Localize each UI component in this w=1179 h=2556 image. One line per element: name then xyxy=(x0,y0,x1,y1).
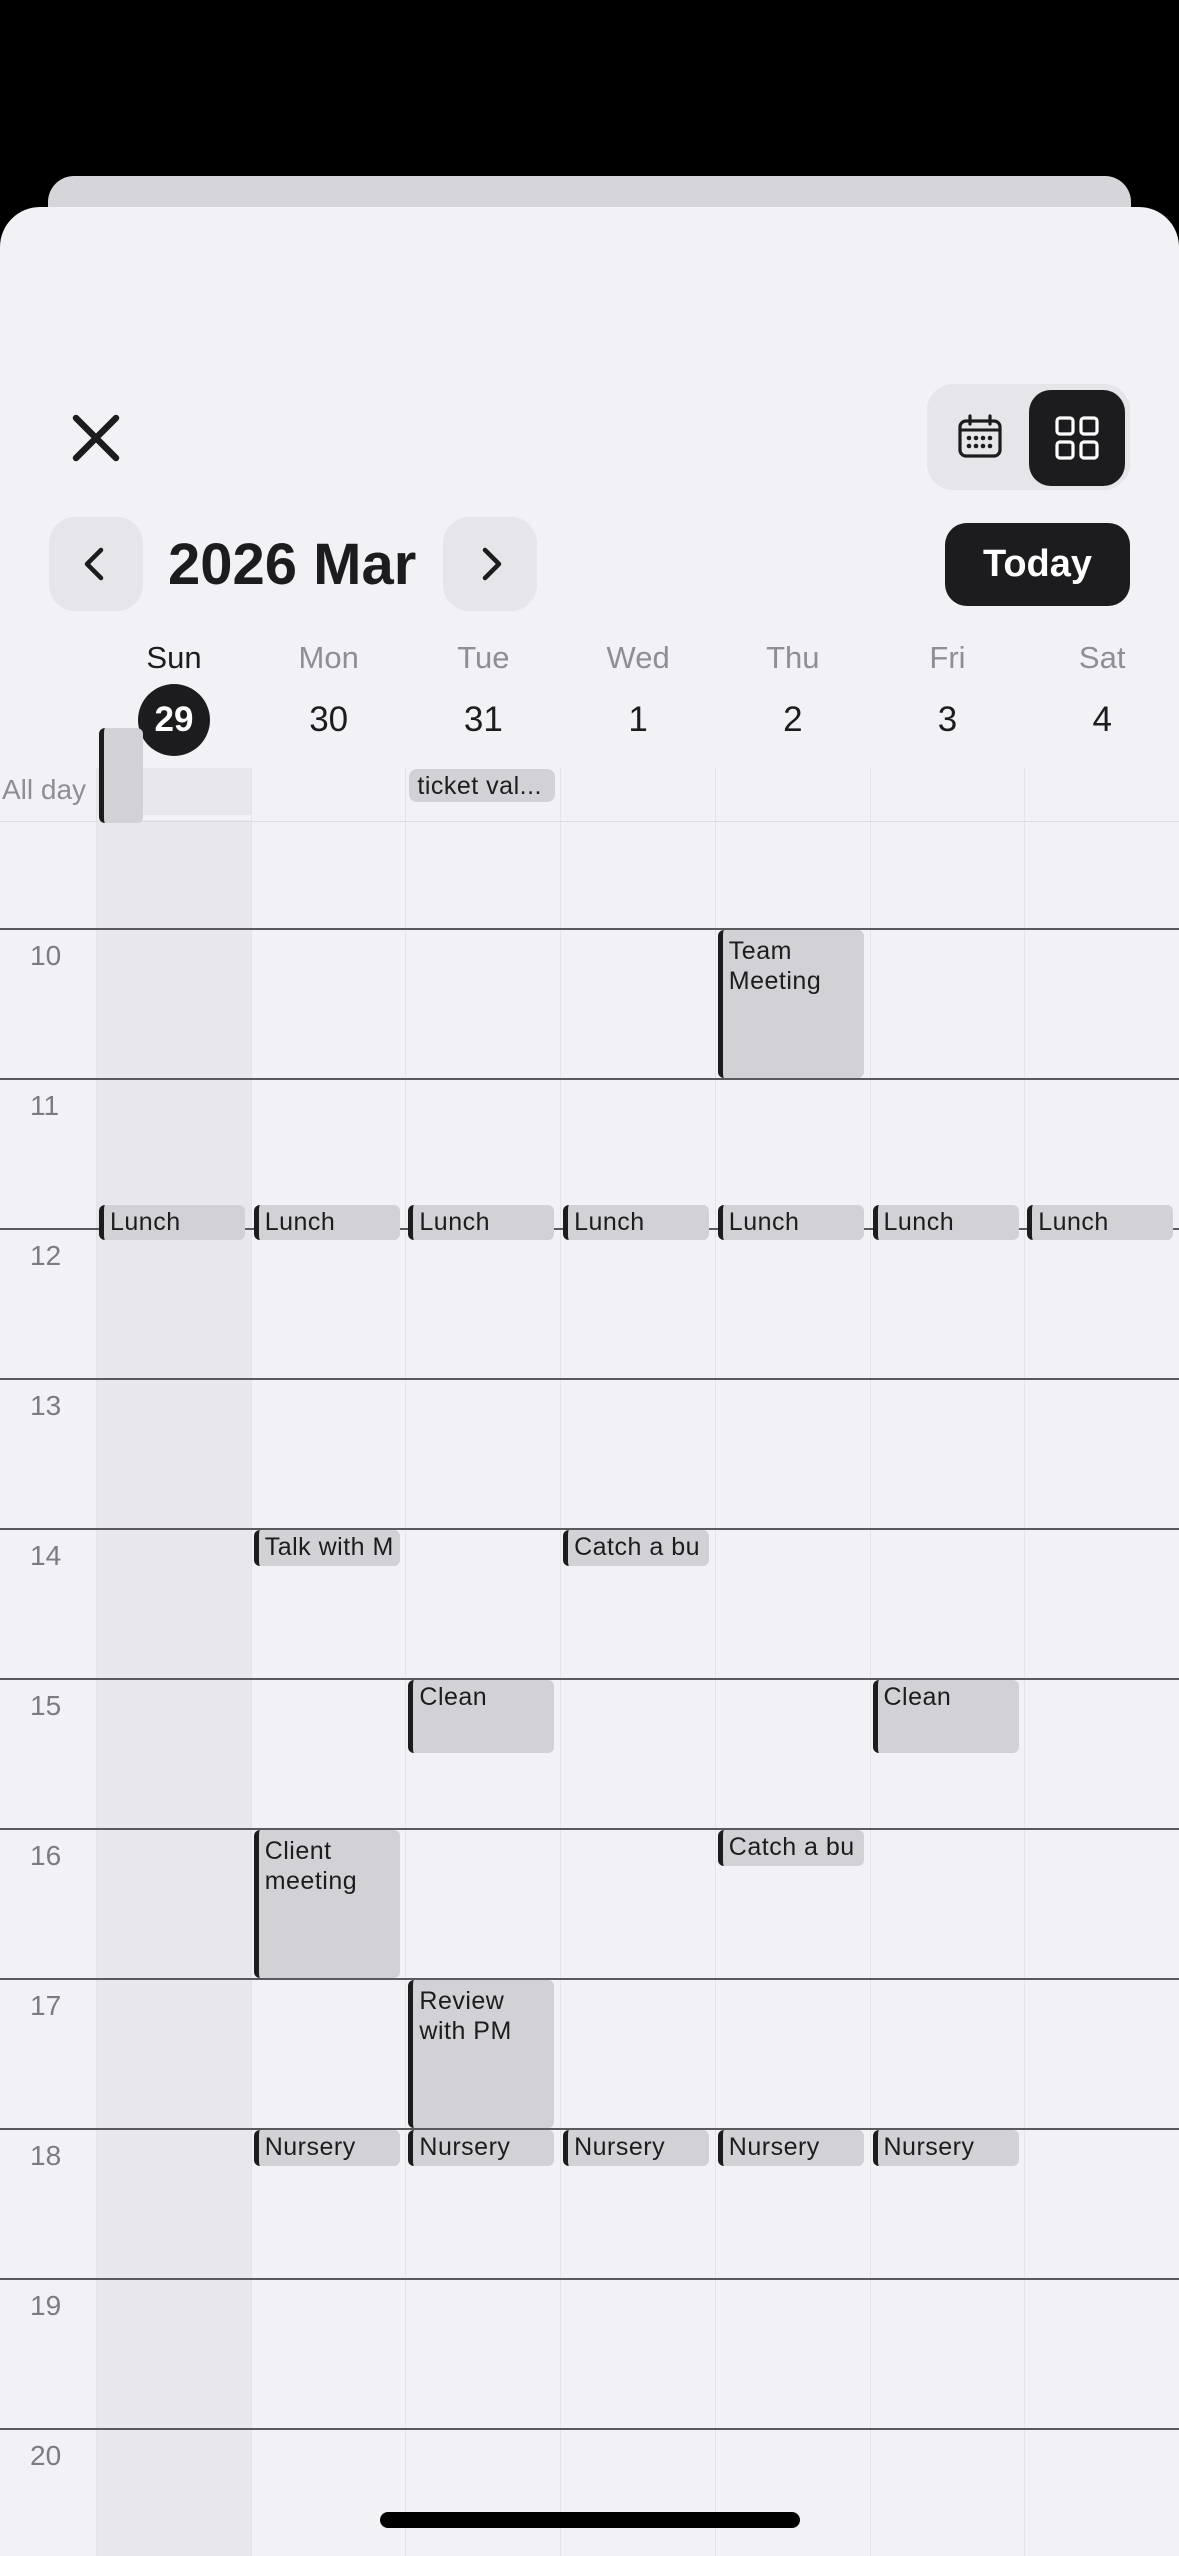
hour-label: 17 xyxy=(30,1990,62,2021)
day-name-sun: Sun xyxy=(146,640,202,675)
hour-label: 15 xyxy=(30,1690,62,1721)
column-divider xyxy=(560,768,561,2556)
calendar-event[interactable]: Lunch xyxy=(408,1204,555,1240)
hour-label: 14 xyxy=(30,1540,62,1571)
chevron-right-icon xyxy=(482,547,502,581)
day-name-fri: Fri xyxy=(929,640,966,675)
calendar-event[interactable]: Nursery xyxy=(717,2130,864,2166)
chevron-left-icon xyxy=(84,547,104,581)
calendar-event[interactable]: Nursery xyxy=(872,2130,1019,2166)
day-number-31[interactable]: 31 xyxy=(406,690,560,750)
column-divider xyxy=(405,768,406,2556)
allday-event[interactable]: ticket val... xyxy=(409,769,556,802)
hour-label: 13 xyxy=(30,1390,62,1421)
day-name-thu: Thu xyxy=(766,640,820,675)
day-number-1[interactable]: 1 xyxy=(561,690,715,750)
hour-line xyxy=(0,1078,1179,1080)
day-name-tue: Tue xyxy=(457,640,510,675)
hour-line xyxy=(0,928,1179,930)
calendar-event[interactable]: Catch a bu xyxy=(717,1830,864,1866)
column-divider xyxy=(715,768,716,2556)
day-number-30[interactable]: 30 xyxy=(252,690,406,750)
calendar-event[interactable]: Talk with M xyxy=(253,1530,400,1566)
hour-label: 19 xyxy=(30,2290,62,2321)
calendar-event[interactable]: Client meeting xyxy=(253,1830,400,1978)
calendar-event[interactable]: Lunch xyxy=(563,1204,710,1240)
hour-label: 10 xyxy=(30,940,62,971)
previous-month-button[interactable] xyxy=(49,517,143,611)
hour-line xyxy=(0,2428,1179,2430)
column-divider xyxy=(1024,768,1025,2556)
hour-label: 18 xyxy=(30,2140,62,2171)
next-month-button[interactable] xyxy=(443,517,537,611)
today-button[interactable]: Today xyxy=(945,523,1130,606)
hour-line xyxy=(0,2278,1179,2280)
today-column-highlight xyxy=(96,820,252,2556)
day-number-3[interactable]: 3 xyxy=(871,690,1025,750)
column-divider xyxy=(96,768,97,2556)
day-number-2[interactable]: 2 xyxy=(716,690,870,750)
column-divider xyxy=(870,768,871,2556)
day-number-4[interactable]: 4 xyxy=(1025,690,1179,750)
calendar-event[interactable]: Clean xyxy=(408,1680,555,1753)
calendar-event[interactable]: Nursery xyxy=(408,2130,555,2166)
close-icon xyxy=(72,414,120,462)
month-title: 2026 Mar xyxy=(168,532,417,597)
calendar-event[interactable]: Nursery xyxy=(253,2130,400,2166)
home-indicator xyxy=(380,2512,800,2528)
hour-label: 11 xyxy=(30,1090,60,1121)
calendar-view-button[interactable] xyxy=(933,390,1027,484)
hour-line xyxy=(0,1978,1179,1980)
calendar-event[interactable]: Lunch xyxy=(253,1204,400,1240)
calendar-event[interactable]: Review with PM xyxy=(408,1980,555,2128)
calendar-event[interactable]: Lunch xyxy=(99,1204,245,1240)
allday-label: All day xyxy=(2,774,87,805)
hour-label: 12 xyxy=(30,1240,62,1271)
allday-divider xyxy=(0,821,1179,822)
close-button[interactable] xyxy=(66,408,126,468)
grid-icon xyxy=(1055,416,1099,460)
calendar-event[interactable]: Team Meeting xyxy=(717,930,864,1078)
hour-label: 20 xyxy=(30,2440,62,2471)
day-name-sat: Sat xyxy=(1078,640,1126,675)
calendar-event[interactable] xyxy=(99,727,143,823)
calendar-icon xyxy=(958,414,1002,458)
day-name-mon: Mon xyxy=(298,640,359,675)
hour-line xyxy=(0,1378,1179,1380)
calendar-event[interactable]: Nursery xyxy=(563,2130,710,2166)
calendar-event[interactable]: Lunch xyxy=(872,1204,1019,1240)
calendar-event[interactable]: Lunch xyxy=(717,1204,864,1240)
column-divider xyxy=(251,768,252,2556)
calendar-event[interactable]: Catch a bu xyxy=(563,1530,710,1566)
calendar-event[interactable]: Clean xyxy=(872,1680,1019,1753)
calendar-event[interactable]: Lunch xyxy=(1027,1204,1174,1240)
hour-label: 16 xyxy=(30,1840,62,1871)
hour-line xyxy=(0,1828,1179,1830)
grid-view-button[interactable] xyxy=(1029,390,1125,486)
day-name-wed: Wed xyxy=(606,640,670,675)
